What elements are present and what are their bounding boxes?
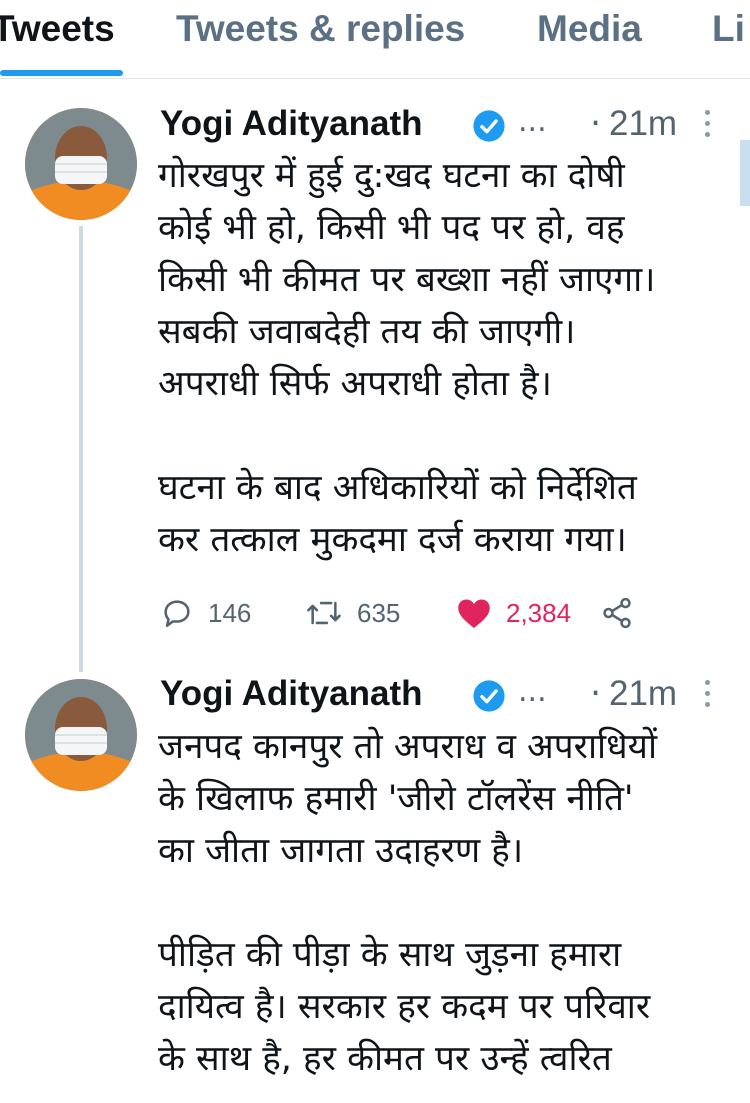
tweet-timestamp[interactable]: 21m <box>609 674 677 714</box>
tab-tweets[interactable]: Tweets <box>0 8 115 50</box>
tab-media[interactable]: Media <box>537 8 642 50</box>
retweet-icon <box>307 601 341 625</box>
profile-tab-bar: Tweets Tweets & replies Media Li <box>0 0 750 79</box>
tweet-line: अपराधी सिर्फ अपराधी होता है। <box>158 364 552 404</box>
share-icon <box>603 597 631 629</box>
handle-ellipsis: ... <box>518 674 547 709</box>
share-button[interactable] <box>600 593 648 633</box>
heart-filled-icon <box>458 599 490 628</box>
tab-likes[interactable]: Li <box>712 8 745 50</box>
tweet-line: कर तत्काल मुकदमा दर्ज कराया गया। <box>158 520 627 560</box>
active-tab-indicator <box>0 70 123 76</box>
tweet-line: घटना के बाद अधिकारियों को निर्देशित <box>158 468 637 508</box>
verified-badge-icon <box>473 680 505 712</box>
tweet-line: पीड़ित की पीड़ा के साथ जुड़ना हमारा <box>158 935 622 975</box>
avatar[interactable] <box>25 679 137 791</box>
like-button[interactable]: 2,384 <box>456 593 571 633</box>
handle-ellipsis: ... <box>518 104 547 139</box>
reply-icon <box>164 600 190 628</box>
avatar[interactable] <box>25 108 137 220</box>
tweet-line-blank <box>158 877 738 929</box>
separator-dot: · <box>590 674 602 714</box>
tweet-line: सबकी जवाबदेही तय की जाएगी। <box>158 312 576 352</box>
tweet-line: किसी भी कीमत पर बख्शा नहीं जाएगा। <box>158 260 656 300</box>
tweet-line: दायित्व है। सरकार हर कदम पर परिवार <box>158 987 651 1027</box>
tweet-line: गोरखपुर में हुई दु:खद घटना का दोषी <box>158 156 625 196</box>
tweet-line: के साथ है, हर कीमत पर उन्हें त्वरित <box>158 1039 612 1079</box>
tweet-header: Yogi Adityanath ... · 21m <box>160 674 730 724</box>
tweet-header: Yogi Adityanath ... · 21m <box>160 104 730 154</box>
more-options-icon[interactable] <box>704 680 712 710</box>
tweet-text: जनपद कानपुर तो अपराध व अपराधियों के खिला… <box>158 721 738 1085</box>
reply-button[interactable]: 146 <box>160 593 251 633</box>
tweet-line: जनपद कानपुर तो अपराध व अपराधियों <box>158 727 658 767</box>
tweet-text: गोरखपुर में हुई दु:खद घटना का दोषी कोई भ… <box>158 150 738 566</box>
more-options-icon[interactable] <box>704 110 712 140</box>
thread-connector <box>79 226 83 672</box>
tweet-timestamp[interactable]: 21m <box>609 104 677 144</box>
reply-count: 146 <box>208 597 252 628</box>
author-name[interactable]: Yogi Adityanath <box>160 104 423 144</box>
tweet-line: के खिलाफ हमारी 'जीरो टॉलरेंस नीति' <box>158 779 634 819</box>
author-name[interactable]: Yogi Adityanath <box>160 674 423 714</box>
retweet-count: 635 <box>357 597 401 628</box>
verified-badge-icon <box>473 110 505 142</box>
scrollbar-thumb[interactable] <box>740 140 750 206</box>
separator-dot: · <box>590 104 602 144</box>
tweet-line: का जीता जागता उदाहरण है। <box>158 831 524 871</box>
retweet-button[interactable]: 635 <box>305 593 400 633</box>
like-count: 2,384 <box>506 597 572 628</box>
tweet-line-blank <box>158 410 738 462</box>
tweet-line: कोई भी हो, किसी भी पद पर हो, वह <box>158 208 625 248</box>
tab-tweets-and-replies[interactable]: Tweets & replies <box>176 8 465 50</box>
tweet-actions: 146 635 2,384 <box>160 593 660 633</box>
